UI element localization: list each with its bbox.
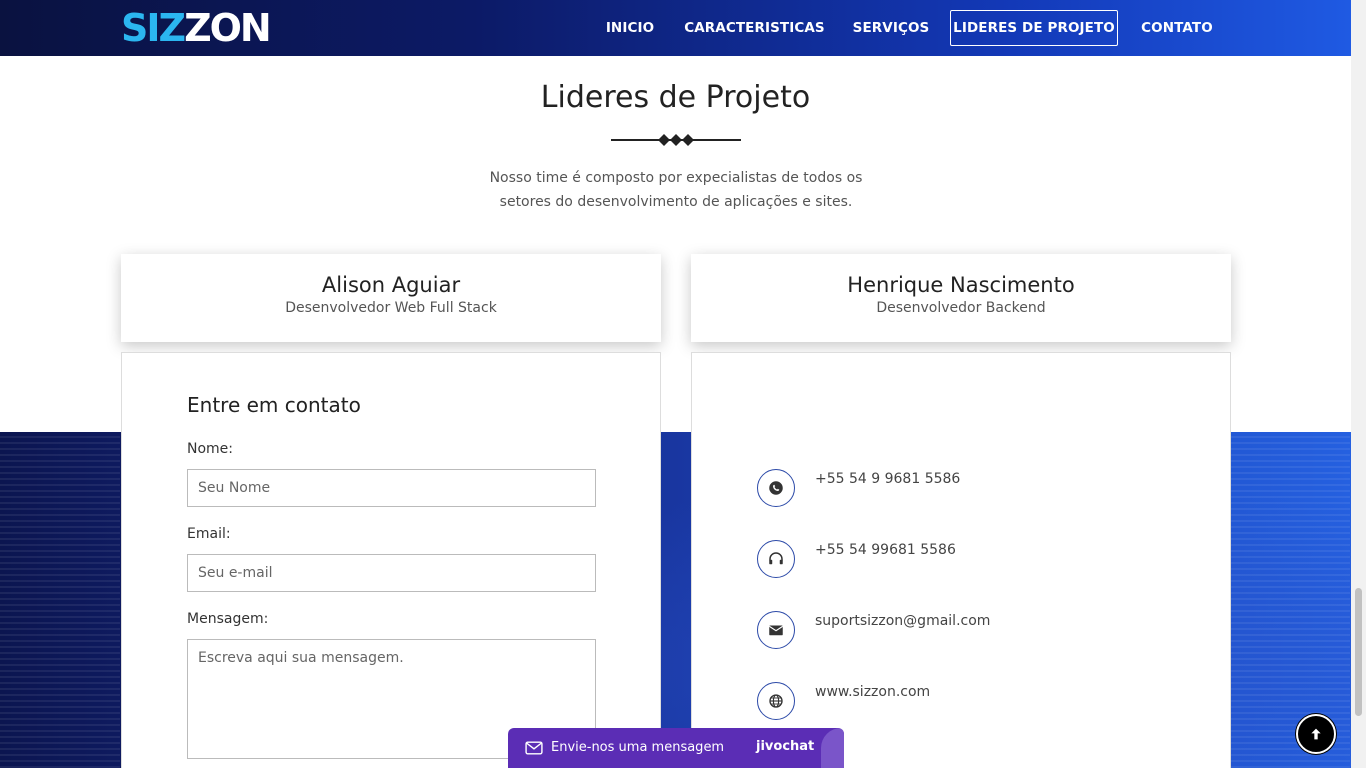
leader-role: Desenvolvedor Backend (876, 300, 1046, 316)
globe-icon (757, 682, 795, 720)
contact-form-title: Entre em contato (187, 393, 361, 417)
name-label: Nome: (187, 441, 234, 457)
email-address[interactable]: suportsizzon@gmail.com (815, 613, 990, 629)
contact-row-whatsapp: +55 54 9 9681 5586 (757, 469, 1157, 509)
envelope-icon (757, 611, 795, 649)
scrollbar-thumb[interactable] (1355, 588, 1362, 716)
background-pattern-right (1230, 432, 1350, 768)
logo-part-2: ZON (184, 6, 272, 50)
background-pattern-left (0, 432, 120, 768)
nav-item-contato[interactable]: CONTATO (1133, 10, 1221, 46)
site-logo[interactable]: SIZ ZON (121, 6, 272, 50)
headset-icon (757, 540, 795, 578)
chat-message-label: Envie-nos uma mensagem (551, 740, 725, 755)
nav-item-caracteristicas[interactable]: CARACTERISTICAS (683, 10, 826, 46)
title-divider (611, 134, 741, 146)
whatsapp-icon (757, 469, 795, 507)
contact-form-panel: Entre em contato Nome: Email: Mensagem: (121, 352, 661, 768)
contact-row-email: suportsizzon@gmail.com (757, 611, 1157, 651)
contact-info-panel: +55 54 9 9681 5586 +55 54 99681 5586 sup… (691, 352, 1231, 768)
nav-item-servicos[interactable]: SERVIÇOS (846, 10, 936, 46)
nav-item-lideres-de-projeto[interactable]: LIDERES DE PROJETO (950, 10, 1118, 46)
email-input[interactable] (187, 554, 596, 592)
contact-row-phone: +55 54 99681 5586 (757, 540, 1157, 580)
section-title: Lideres de Projeto (540, 80, 811, 115)
leader-name: Henrique Nascimento (847, 273, 1075, 297)
message-label: Mensagem: (187, 611, 269, 627)
whatsapp-number: +55 54 9 9681 5586 (815, 471, 961, 487)
mail-icon (525, 741, 543, 755)
chat-brand-label: jivochat (756, 739, 815, 754)
email-label: Email: (187, 526, 231, 542)
back-to-top-button[interactable] (1296, 714, 1336, 754)
chat-widget-button[interactable]: Envie-nos uma mensagem jivochat (508, 728, 844, 768)
nav-item-inicio[interactable]: INICIO (594, 10, 666, 46)
phone-number: +55 54 99681 5586 (815, 542, 956, 558)
leader-card: Alison Aguiar Desenvolvedor Web Full Sta… (121, 254, 661, 342)
chat-avatar-corner (821, 728, 844, 768)
leader-name: Alison Aguiar (321, 273, 461, 297)
contact-row-website: www.sizzon.com (757, 682, 1157, 722)
top-navbar: SIZ ZON INICIO CARACTERISTICAS SERVIÇOS L… (0, 0, 1351, 56)
page-scrollbar[interactable] (1351, 0, 1366, 768)
leader-role: Desenvolvedor Web Full Stack (285, 300, 497, 316)
leader-card: Henrique Nascimento Desenvolvedor Backen… (691, 254, 1231, 342)
name-input[interactable] (187, 469, 596, 507)
arrow-up-icon (1311, 728, 1321, 740)
logo-part-1: SIZ (121, 6, 186, 50)
website-link[interactable]: www.sizzon.com (815, 684, 930, 700)
section-subtitle: Nosso time é composto por expecialistas … (489, 170, 863, 210)
